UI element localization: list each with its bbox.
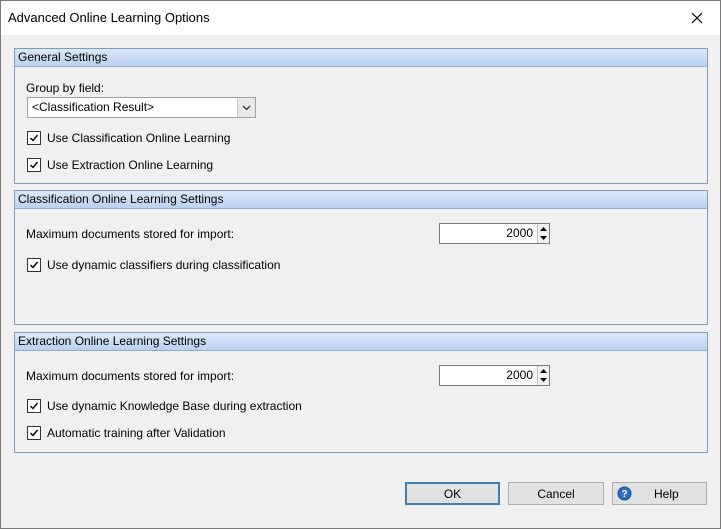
dialog-body: General Settings Group by field: <Classi… xyxy=(1,35,720,528)
dynamic-classifiers-label: Use dynamic classifiers during classific… xyxy=(47,258,281,272)
help-button[interactable]: ? Help xyxy=(612,482,707,505)
close-button[interactable] xyxy=(674,1,720,35)
spin-down-button[interactable] xyxy=(537,233,549,243)
title-bar: Advanced Online Learning Options xyxy=(1,1,720,35)
checkmark-icon xyxy=(30,161,39,169)
classification-max-docs-label: Maximum documents stored for import: xyxy=(26,227,235,241)
ok-button[interactable]: OK xyxy=(405,482,500,505)
help-icon: ? xyxy=(617,486,632,501)
ok-button-label: OK xyxy=(443,486,462,501)
use-extraction-checkbox-row[interactable]: Use Extraction Online Learning xyxy=(27,158,213,172)
dynamic-classifiers-checkbox[interactable] xyxy=(27,258,41,272)
cancel-button[interactable]: Cancel xyxy=(508,482,604,505)
help-button-label: Help xyxy=(654,486,679,501)
automatic-training-checkbox[interactable] xyxy=(27,426,41,440)
group-by-label: Group by field: xyxy=(26,81,105,95)
cancel-button-label: Cancel xyxy=(537,486,575,501)
classification-max-docs-value: 2000 xyxy=(506,226,533,240)
extraction-settings-group: Extraction Online Learning Settings Maxi… xyxy=(14,332,708,453)
extraction-max-docs-spinner[interactable]: 2000 xyxy=(439,365,550,386)
dynamic-knowledge-base-label: Use dynamic Knowledge Base during extrac… xyxy=(47,399,302,413)
dynamic-knowledge-base-checkbox-row[interactable]: Use dynamic Knowledge Base during extrac… xyxy=(27,399,302,413)
checkmark-icon xyxy=(30,402,39,410)
dynamic-knowledge-base-checkbox[interactable] xyxy=(27,399,41,413)
svg-text:?: ? xyxy=(621,489,627,500)
arrow-down-icon xyxy=(540,236,547,241)
use-extraction-label: Use Extraction Online Learning xyxy=(47,158,214,172)
dialog-window: Advanced Online Learning Options General… xyxy=(0,0,721,529)
use-classification-label: Use Classification Online Learning xyxy=(47,131,231,145)
group-by-value: <Classification Result> xyxy=(32,100,155,114)
group-by-combo[interactable]: <Classification Result> xyxy=(27,97,256,118)
arrow-up-icon xyxy=(540,368,547,373)
extraction-spin-buttons xyxy=(537,366,549,385)
use-classification-checkbox-row[interactable]: Use Classification Online Learning xyxy=(27,131,230,145)
dynamic-classifiers-checkbox-row[interactable]: Use dynamic classifiers during classific… xyxy=(27,258,280,272)
classification-max-docs-spinner[interactable]: 2000 xyxy=(439,223,550,244)
window-title: Advanced Online Learning Options xyxy=(8,10,210,25)
arrow-up-icon xyxy=(540,226,547,231)
automatic-training-checkbox-row[interactable]: Automatic training after Validation xyxy=(27,426,226,440)
extraction-settings-header: Extraction Online Learning Settings xyxy=(15,333,707,351)
automatic-training-label: Automatic training after Validation xyxy=(47,426,226,440)
close-icon xyxy=(691,12,703,24)
spin-up-button[interactable] xyxy=(537,224,549,234)
checkmark-icon xyxy=(30,134,39,142)
spin-down-button[interactable] xyxy=(537,375,549,385)
checkmark-icon xyxy=(30,261,39,269)
extraction-max-docs-label: Maximum documents stored for import: xyxy=(26,369,235,383)
arrow-down-icon xyxy=(540,378,547,383)
use-extraction-checkbox[interactable] xyxy=(27,158,41,172)
classification-settings-header: Classification Online Learning Settings xyxy=(15,191,707,209)
chevron-down-icon xyxy=(242,105,251,110)
extraction-max-docs-value: 2000 xyxy=(506,368,533,382)
spin-up-button[interactable] xyxy=(537,366,549,376)
general-settings-header: General Settings xyxy=(15,49,707,67)
classification-settings-group: Classification Online Learning Settings … xyxy=(14,190,708,325)
checkmark-icon xyxy=(30,429,39,437)
group-by-dropdown-button[interactable] xyxy=(237,98,255,117)
classification-spin-buttons xyxy=(537,224,549,243)
general-settings-group: General Settings Group by field: <Classi… xyxy=(14,48,708,184)
use-classification-checkbox[interactable] xyxy=(27,131,41,145)
